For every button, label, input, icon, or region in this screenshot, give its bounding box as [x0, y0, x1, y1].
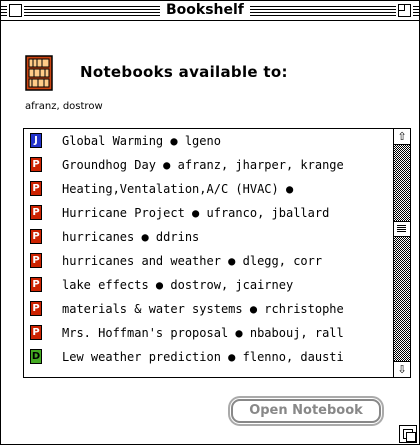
list-item-label: Groundhog Day ● afranz, jharper, krange: [62, 158, 344, 172]
list-item[interactable]: P Hurricane Project ● ufranco, jballard: [24, 201, 391, 225]
notebook-list[interactable]: J Global Warming ● lgeno P Groundhog Day ● …: [23, 128, 411, 378]
vertical-scrollbar[interactable]: ⇧ ⇩: [393, 129, 410, 377]
scroll-up-arrow-icon[interactable]: ⇧: [394, 129, 410, 145]
notebook-icon: P: [30, 253, 42, 268]
title-bar[interactable]: Bookshelf: [1, 1, 419, 21]
list-item[interactable]: P Groundhog Day ● afranz, jharper, krange: [24, 153, 391, 177]
list-item[interactable]: Phurricanes ● ddrins: [24, 225, 391, 249]
notebook-icon: P: [30, 205, 42, 220]
list-item-label: materials & water systems ● rchristophe: [62, 302, 344, 316]
window-title: Bookshelf: [160, 1, 250, 20]
heading: Notebooks available to:: [80, 63, 288, 81]
notebook-icon: D: [30, 349, 42, 364]
notebook-icon: P: [30, 277, 42, 292]
close-box-icon[interactable]: [9, 4, 22, 17]
notebook-icon: P: [30, 301, 42, 316]
notebook-rows: J Global Warming ● lgeno P Groundhog Day ● …: [24, 129, 391, 377]
user-list-label: afranz, dostrow: [25, 101, 103, 112]
list-item-label: hurricanes and weather ● dlegg, corr: [62, 254, 323, 268]
notebook-icon: J: [30, 133, 42, 148]
list-item[interactable]: Phurricanes and weather ● dlegg, corr: [24, 249, 391, 273]
notebook-icon: P: [30, 157, 42, 172]
list-item-label: Hurricane Project ● ufranco, jballard: [62, 206, 330, 220]
list-item-label: Heating,Ventalation,A/C (HVAC) ●: [62, 182, 294, 196]
open-notebook-button[interactable]: Open Notebook: [231, 399, 381, 423]
list-item[interactable]: D Lew weather prediction ● flenno, dausti: [24, 345, 391, 369]
bookshelf-window: Bookshelf Notebooks available to: afranz…: [0, 0, 420, 445]
list-item-label: Global Warming ● lgeno: [62, 134, 221, 148]
list-item[interactable]: Pmaterials & water systems ● rchristophe: [24, 297, 391, 321]
list-item[interactable]: P Mrs. Hoffman's proposal ● nbabouj, rall: [24, 321, 391, 345]
list-item-label: lake effects ● dostrow, jcairney: [62, 278, 294, 292]
list-item-label: Mrs. Hoffman's proposal ● nbabouj, rall: [62, 326, 344, 340]
scroll-thumb[interactable]: [394, 221, 410, 237]
notebook-icon: P: [30, 325, 42, 340]
bookshelf-icon: [25, 55, 53, 91]
list-item[interactable]: P Heating,Ventalation,A/C (HVAC) ●: [24, 177, 391, 201]
list-item[interactable]: J Global Warming ● lgeno: [24, 129, 391, 153]
notebook-icon: P: [30, 181, 42, 196]
scroll-track[interactable]: [394, 145, 410, 361]
resize-grow-box-icon[interactable]: [399, 425, 417, 443]
zoom-box-icon[interactable]: [398, 4, 411, 17]
list-item-label: Lew weather prediction ● flenno, dausti: [62, 350, 344, 364]
notebook-icon: P: [30, 229, 42, 244]
list-item-label: hurricanes ● ddrins: [62, 230, 200, 244]
scroll-down-arrow-icon[interactable]: ⇩: [394, 361, 410, 377]
list-item[interactable]: Plake effects ● dostrow, jcairney: [24, 273, 391, 297]
